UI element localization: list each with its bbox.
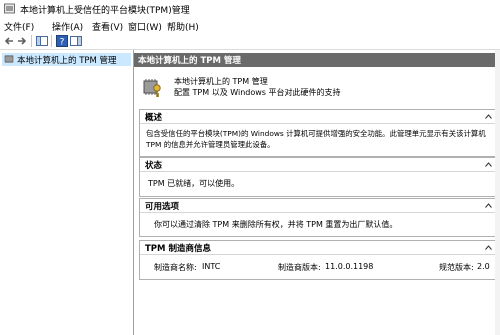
menu-help[interactable]: 帮助(H) [167,20,199,33]
overview-header[interactable]: 概述 [140,110,496,124]
menu-view[interactable]: 查看(V) [92,20,123,33]
manufacturer-version-label: 制造商版本: [278,263,321,272]
forward-arrow-icon[interactable] [16,35,28,47]
status-title: 状态 [145,161,163,171]
toolbar: ? [0,33,500,50]
details-pane: 本地计算机上的 TPM 管理 本地计算机上的 TPM 管理 配置 TPM 以及 … [134,50,500,335]
options-section: 可用选项 你可以通过清除 TPM 来删除所有权，并将 TPM 重置为出厂默认值。 [139,198,497,237]
status-text: TPM 已就绪，可以使用。 [148,179,240,188]
manufacturer-name-value: INTC [202,262,221,271]
console-tree: 本地计算机上的 TPM 管理 [0,50,134,335]
status-header[interactable]: 状态 [140,158,496,172]
collapse-caret-icon[interactable] [485,203,492,208]
details-header-title: 本地计算机上的 TPM 管理 [138,56,241,66]
intro-title: 本地计算机上的 TPM 管理 [174,77,268,86]
collapse-caret-icon[interactable] [485,245,492,250]
tree-item-label: 本地计算机上的 TPM 管理 [17,56,117,66]
collapse-caret-icon[interactable] [485,162,492,167]
overview-text-line1: 包含受信任的平台模块(TPM)的 Windows 计算机可提供增强的安全功能。此… [146,129,486,138]
manufacturer-header[interactable]: TPM 制造商信息 [140,241,496,255]
overview-text-line2: TPM 的信息并允许管理员管理此设备。 [146,140,275,149]
options-header[interactable]: 可用选项 [140,199,496,213]
menu-window[interactable]: 窗口(W) [128,20,162,33]
manufacturer-section: TPM 制造商信息 制造商名称: INTC 制造商版本: 11.0.0.1198… [139,240,497,280]
options-title: 可用选项 [145,202,180,212]
overview-section: 概述 包含受信任的平台模块(TPM)的 Windows 计算机可提供增强的安全功… [139,109,497,157]
tpm-key-icon [143,79,161,97]
status-section: 状态 TPM 已就绪，可以使用。 [139,157,497,197]
menu-action[interactable]: 操作(A) [52,20,83,33]
show-hide-console-tree-icon[interactable] [36,35,48,47]
manufacturer-name-label: 制造商名称: [154,263,197,272]
title-bar: 本地计算机上受信任的平台模块(TPM)管理 [0,0,500,18]
details-header: 本地计算机上的 TPM 管理 [134,53,500,67]
menu-file[interactable]: 文件(F) [4,20,34,33]
intro-block: 本地计算机上的 TPM 管理 配置 TPM 以及 Windows 平台对此硬件的… [134,67,500,109]
manufacturer-version-value: 11.0.0.1198 [325,262,374,271]
intro-description: 配置 TPM 以及 Windows 平台对此硬件的支持 [174,88,341,97]
overview-title: 概述 [145,113,163,123]
vertical-scrollbar[interactable] [495,50,500,335]
back-arrow-icon[interactable] [3,35,15,47]
properties-pane-icon[interactable] [70,35,82,47]
tpm-app-icon [4,3,15,14]
window-title: 本地计算机上受信任的平台模块(TPM)管理 [20,6,190,16]
collapse-caret-icon[interactable] [485,114,492,119]
menu-bar: 文件(F) 操作(A) 查看(V) 窗口(W) 帮助(H) [0,18,500,33]
toolbar-separator [51,35,52,47]
toolbar-separator [31,35,32,47]
spec-version-label: 规范版本: [439,263,474,272]
help-icon[interactable]: ? [56,35,68,47]
spec-version-value: 2.0 [477,262,490,271]
manufacturer-title: TPM 制造商信息 [145,244,211,254]
tree-item-tpm-management[interactable]: 本地计算机上的 TPM 管理 [2,53,131,66]
tpm-chip-icon [4,55,14,63]
options-text: 你可以通过清除 TPM 来删除所有权，并将 TPM 重置为出厂默认值。 [154,220,398,229]
svg-text:?: ? [60,38,65,48]
